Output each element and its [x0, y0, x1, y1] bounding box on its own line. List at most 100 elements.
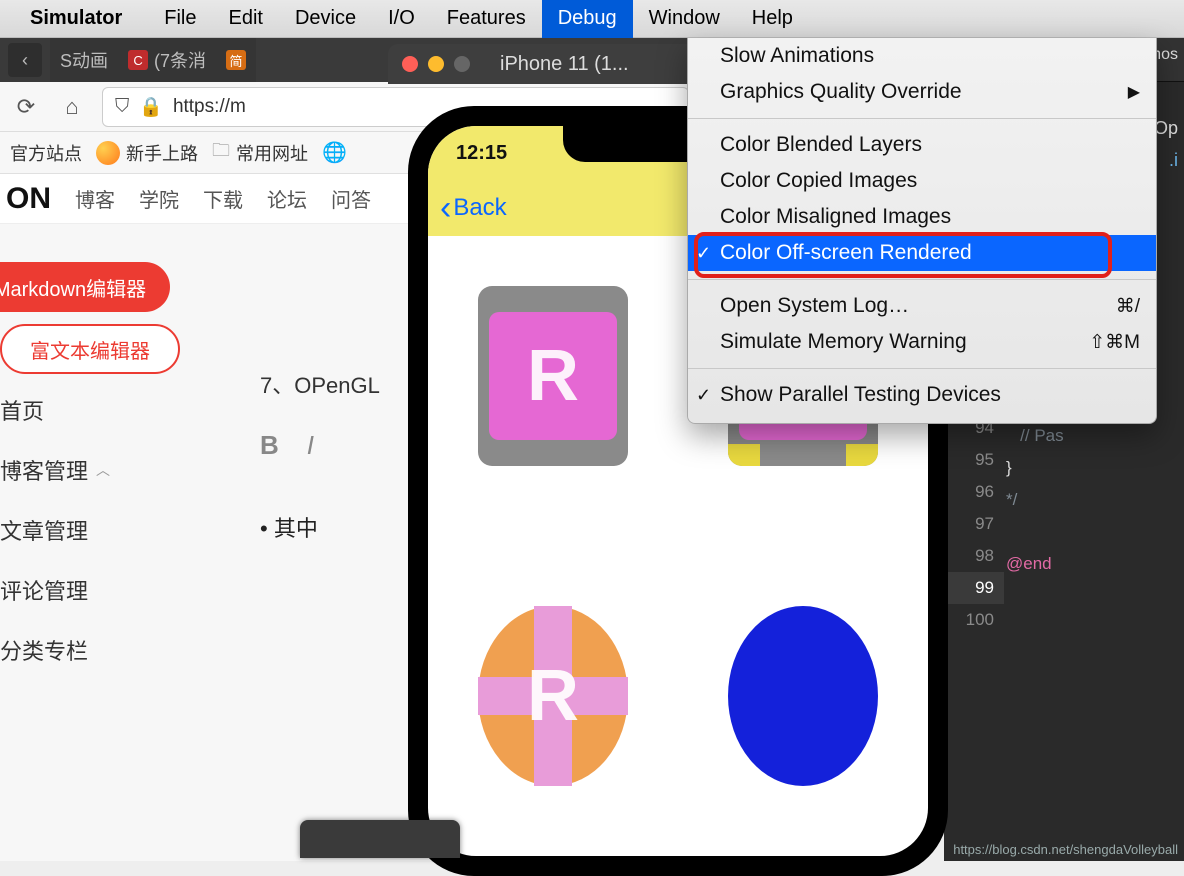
sidebar-item-label: 文章管理 — [0, 514, 88, 546]
tile-letter: R — [527, 655, 579, 737]
menu-item-label: Simulate Memory Warning — [720, 330, 967, 354]
lock-icon: 🔒 — [139, 95, 163, 119]
site-sidebar: Markdown编辑器 富文本编辑器 首页 博客管理 ︿ 文章管理 评论管理 分类… — [0, 224, 220, 674]
tab-label: S动画 — [60, 47, 108, 73]
shield-icon: ⛉ — [115, 96, 129, 118]
sidebar-item-comment-manage[interactable]: 评论管理 — [0, 554, 220, 614]
menu-item-slow-animations[interactable]: Slow Animations — [688, 38, 1156, 74]
menu-device[interactable]: Device — [279, 0, 372, 38]
sidebar-item-blog-manage[interactable]: 博客管理 ︿ — [0, 434, 220, 494]
menu-edit[interactable]: Edit — [212, 0, 278, 38]
globe-icon: 🌐 — [322, 140, 347, 165]
menu-item-color-offscreen[interactable]: ✓ Color Off-screen Rendered — [688, 235, 1156, 271]
folder-icon: 🗀 — [212, 138, 230, 168]
bookmark-label: 官方站点 — [10, 140, 82, 166]
blue-oval[interactable] — [728, 606, 878, 786]
browser-tab[interactable]: 简 — [216, 38, 256, 82]
status-time: 12:15 — [456, 142, 507, 165]
watermark-text: https://blog.csdn.net/shengdaVolleyball — [953, 842, 1178, 857]
browser-tab[interactable]: S动画 — [50, 38, 118, 82]
menu-item-label: Color Blended Layers — [720, 133, 922, 157]
image-tile[interactable]: R — [478, 286, 628, 466]
menu-item-graphics-quality[interactable]: Graphics Quality Override▶ — [688, 74, 1156, 110]
nav-item[interactable]: 学院 — [139, 184, 179, 213]
menu-item-label: Show Parallel Testing Devices — [720, 383, 1001, 407]
code-line: } — [1006, 452, 1064, 484]
debug-menu-dropdown: Slow Animations Graphics Quality Overrid… — [687, 38, 1157, 424]
italic-button[interactable]: I — [307, 430, 314, 461]
menu-item-label: Slow Animations — [720, 44, 874, 68]
menu-shortcut: ⌘/ — [1116, 295, 1140, 318]
sidebar-item-label: 首页 — [0, 394, 44, 426]
menu-item-simulate-memory-warning[interactable]: Simulate Memory Warning ⇧⌘M — [688, 324, 1156, 360]
firefox-icon — [96, 141, 120, 165]
menu-item-color-blended[interactable]: Color Blended Layers — [688, 127, 1156, 163]
menu-help[interactable]: Help — [736, 0, 809, 38]
checkmark-icon: ✓ — [696, 243, 711, 264]
favicon-icon: C — [128, 50, 148, 70]
sidebar-item-label: 分类专栏 — [0, 634, 88, 666]
minimize-traffic-light-icon[interactable] — [428, 56, 444, 72]
nav-item[interactable]: 下载 — [203, 184, 243, 213]
back-label: Back — [453, 194, 506, 222]
close-traffic-light-icon[interactable] — [402, 56, 418, 72]
richtext-editor-button[interactable]: 富文本编辑器 — [0, 324, 180, 374]
tile-letter: R — [527, 335, 579, 417]
menu-features[interactable]: Features — [431, 0, 542, 38]
menu-item-parallel-testing[interactable]: ✓ Show Parallel Testing Devices — [688, 377, 1156, 413]
menu-item-color-copied[interactable]: Color Copied Images — [688, 163, 1156, 199]
sidebar-item-article-manage[interactable]: 文章管理 — [0, 494, 220, 554]
tab-label: (7条消 — [154, 47, 206, 73]
zoom-traffic-light-icon[interactable] — [454, 56, 470, 72]
back-button[interactable]: ‹ Back — [440, 191, 507, 225]
menu-file[interactable]: File — [148, 0, 212, 38]
sidebar-item-category[interactable]: 分类专栏 — [0, 614, 220, 674]
menu-item-label: Color Off-screen Rendered — [720, 241, 972, 265]
site-logo[interactable]: ON — [6, 182, 51, 216]
favicon-icon: 简 — [226, 50, 246, 70]
menu-item-label: Color Copied Images — [720, 169, 917, 193]
xcode-text-fragment: .i — [1169, 150, 1178, 171]
menu-item-label: Color Misaligned Images — [720, 205, 951, 229]
nav-item[interactable]: 博客 — [75, 184, 115, 213]
menu-window[interactable]: Window — [633, 0, 736, 38]
chevron-left-icon: ‹ — [440, 191, 451, 225]
sidebar-item-home[interactable]: 首页 — [0, 374, 220, 434]
menu-separator — [688, 279, 1156, 280]
grid-cell — [708, 606, 898, 826]
bookmark-label: 新手上路 — [126, 140, 198, 166]
menu-io[interactable]: I/O — [372, 0, 431, 38]
bookmark-item[interactable]: 新手上路 — [96, 140, 198, 166]
image-tile-masked[interactable]: R — [478, 606, 628, 786]
menu-separator — [688, 118, 1156, 119]
menu-debug[interactable]: Debug — [542, 0, 633, 38]
chevron-up-icon: ︿ — [96, 460, 110, 480]
menu-item-color-misaligned[interactable]: Color Misaligned Images — [688, 199, 1156, 235]
menu-separator — [688, 368, 1156, 369]
bold-button[interactable]: B — [260, 430, 279, 461]
menubar-app-name[interactable]: Simulator — [30, 7, 122, 30]
simulator-title: iPhone 11 (1... — [500, 53, 629, 76]
bookmark-item[interactable]: 官方站点 — [10, 140, 82, 166]
bookmark-item[interactable]: 🌐 — [322, 140, 347, 165]
checkmark-icon: ✓ — [696, 385, 711, 406]
menu-shortcut: ⇧⌘M — [1089, 331, 1140, 354]
browser-tab[interactable]: C (7条消 — [118, 38, 216, 82]
bookmark-item[interactable]: 🗀常用网址 — [212, 138, 308, 168]
nav-item[interactable]: 论坛 — [267, 184, 307, 213]
sidebar-item-label: 博客管理 — [0, 454, 88, 486]
home-icon[interactable]: ⌂ — [56, 91, 88, 123]
menu-item-open-system-log[interactable]: Open System Log… ⌘/ — [688, 288, 1156, 324]
reload-icon[interactable]: ⟳ — [10, 91, 42, 123]
grid-cell: R — [458, 286, 648, 506]
bookmark-label: 常用网址 — [236, 140, 308, 166]
background-window-peek — [300, 820, 460, 858]
menu-item-label: Open System Log… — [720, 294, 909, 318]
sidebar-item-label: 评论管理 — [0, 574, 88, 606]
menu-item-label: Graphics Quality Override — [720, 80, 962, 104]
nav-item[interactable]: 问答 — [331, 184, 371, 213]
back-button[interactable]: ‹ — [8, 43, 42, 77]
code-line: // Pas — [1006, 420, 1064, 452]
markdown-editor-button[interactable]: Markdown编辑器 — [0, 262, 170, 312]
url-text: https://m — [173, 96, 246, 118]
